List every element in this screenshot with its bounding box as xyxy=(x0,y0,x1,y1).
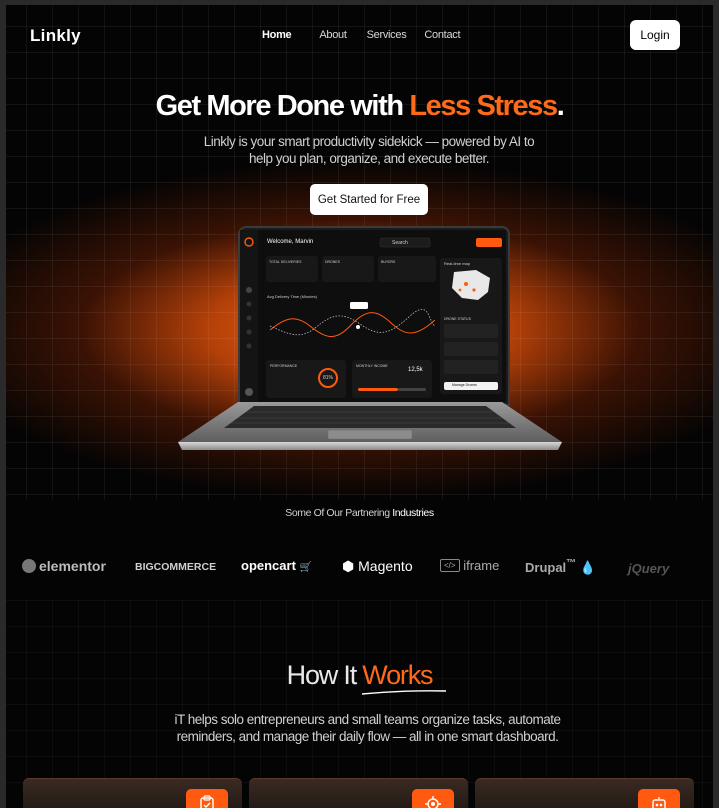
dashboard-graphic xyxy=(240,230,506,402)
login-button[interactable]: Login xyxy=(630,20,680,50)
magento-logo-text: Magento xyxy=(358,558,413,574)
brand-logo[interactable]: Linkly xyxy=(30,26,81,46)
how-it-works-subtitle: iT helps solo entrepreneurs and small te… xyxy=(174,712,561,744)
iframe-logo-text: iframe xyxy=(463,558,500,573)
elementor-logo-text: elementor xyxy=(39,558,106,574)
dashboard-manage-button: Manage Drones xyxy=(452,383,477,387)
get-started-button[interactable]: Get Started for Free xyxy=(310,184,428,215)
dashboard-income: MONTHLY INCOME xyxy=(356,364,388,368)
step-card-3[interactable] xyxy=(475,778,694,808)
dashboard-performance: PERFORMANCE xyxy=(270,364,298,368)
dashboard-map-title: Real-time map xyxy=(444,261,471,266)
jquery-logo-text: jQuery xyxy=(628,561,670,576)
partner-logos: elementor BIGCOMMERCE opencart 🛒 ⬢ Magen… xyxy=(0,552,719,582)
drupal-logo: Drupal™ 💧 xyxy=(525,558,596,575)
partners-label-prefix: Some Of Our Partnering xyxy=(285,507,393,519)
bigcommerce-logo: BIGCOMMERCE xyxy=(135,561,216,573)
nav-link-about[interactable]: About xyxy=(319,29,347,41)
dashboard-card-deliveries: TOTAL DELIVERIES xyxy=(269,260,302,264)
dashboard-performance-value: 81% xyxy=(323,375,334,381)
hero-title: Get More Done with Less Stress. xyxy=(0,90,719,123)
step-card-2[interactable] xyxy=(249,778,468,808)
dashboard-screenshot: Welcome, Marvin Search TOTAL DELIVERIES … xyxy=(240,230,506,402)
landing-page: Linkly Home About Services Contact Login… xyxy=(0,0,719,808)
dashboard-income-value: 12,5k xyxy=(408,367,423,373)
how-it-works-title: How It Works xyxy=(0,660,719,691)
nav-link-contact[interactable]: Contact xyxy=(424,29,460,41)
robot-icon xyxy=(638,789,680,808)
dashboard-card-buyers: BUYERS xyxy=(381,260,396,264)
bigcommerce-logo-text: BIGCOMMERCE xyxy=(135,561,217,573)
jquery-logo: jQuery xyxy=(628,561,669,576)
dashboard-card-drones: DRONES xyxy=(325,260,340,264)
opencart-logo-text: opencart xyxy=(241,558,296,573)
background-grid-lower xyxy=(0,600,719,808)
dashboard-search: Search xyxy=(392,240,408,246)
hero-title-end: . xyxy=(556,90,565,122)
laptop-base xyxy=(178,402,562,450)
hero-subtitle: Linkly is your smart productivity sideki… xyxy=(203,134,535,166)
partners-label: Some Of Our Partnering Industries xyxy=(0,507,719,519)
dashboard-chart-title: Avg Delivery Time (Minutes) xyxy=(267,294,317,299)
how-title-main: How It xyxy=(286,660,363,690)
how-title-accent: Works xyxy=(362,660,433,690)
hero-title-main: Get More Done with xyxy=(155,90,410,122)
hero-title-accent: Less Stress xyxy=(409,90,558,122)
nav-link-home[interactable]: Home xyxy=(262,29,292,41)
dashboard-panel-title: DRONE STATUS xyxy=(444,317,471,321)
magento-logo: ⬢ Magento xyxy=(342,558,413,574)
iframe-logo: </> iframe xyxy=(440,558,499,573)
partners-label-bold: Industries xyxy=(392,507,434,519)
top-nav: Linkly Home About Services Contact Login xyxy=(0,18,719,54)
window-top-border xyxy=(0,0,719,5)
nav-link-services[interactable]: Services xyxy=(367,29,407,41)
clipboard-icon xyxy=(186,789,228,808)
nav-links: Home About Services Contact xyxy=(262,29,479,41)
drupal-logo-text: Drupal xyxy=(525,560,567,575)
step-card-1[interactable] xyxy=(23,778,242,808)
elementor-logo: elementor xyxy=(22,558,106,574)
gear-brain-icon xyxy=(412,789,454,808)
dashboard-welcome: Welcome, Marvin xyxy=(267,239,314,245)
title-underline xyxy=(361,690,447,695)
opencart-logo: opencart 🛒 xyxy=(241,558,312,573)
